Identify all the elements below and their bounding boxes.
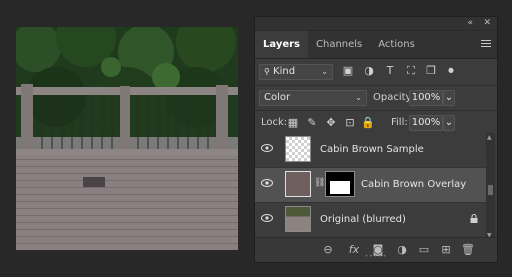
blend-mode-value: Color	[264, 92, 291, 103]
lock-all-icon[interactable]: 🔒	[361, 117, 375, 129]
document-canvas[interactable]	[16, 27, 238, 250]
panel-menu-icon[interactable]	[481, 40, 491, 49]
fill-input[interactable]: 100%	[409, 115, 443, 131]
deck-photo	[16, 27, 238, 250]
layer-name: Cabin Brown Overlay	[361, 179, 467, 190]
layer-mask-thumbnail[interactable]	[325, 171, 355, 197]
trash-icon[interactable]: 🗑	[461, 243, 475, 257]
layers-list: Cabin Brown Sample ⛓ Cabin Brown Overlay…	[255, 133, 486, 240]
visibility-eye-icon[interactable]	[261, 179, 273, 187]
filter-row: ⚲ Kind ⌄ ▣ ◑ T ⛶ ❐ ⏺	[255, 59, 497, 85]
adjustment-icon[interactable]: ◑	[395, 243, 409, 257]
fx-icon[interactable]: fx	[347, 243, 361, 257]
tab-layers[interactable]: Layers	[255, 31, 308, 58]
tab-channels[interactable]: Channels	[308, 31, 370, 58]
search-icon: ⚲	[264, 67, 270, 76]
link-icon[interactable]: ⊖	[321, 243, 335, 257]
pixel-filter-icon[interactable]: ▣	[342, 65, 354, 77]
lock-pixels-icon[interactable]: ✎	[306, 117, 318, 129]
lock-label: Lock:	[261, 117, 288, 128]
layer-row[interactable]: Original (blurred)	[255, 203, 486, 238]
chevron-down-icon: ⌄	[321, 67, 328, 76]
filter-kind-select[interactable]: ⚲ Kind ⌄	[259, 64, 333, 80]
lock-artboard-icon[interactable]: ⊡	[344, 117, 356, 129]
fill-dropdown[interactable]: ⌄	[443, 115, 455, 131]
double-chevron-icon[interactable]: «	[467, 17, 473, 30]
filter-toggle-icon[interactable]: ⏺	[445, 65, 457, 77]
layer-row[interactable]: ⛓ Cabin Brown Overlay	[255, 168, 486, 203]
layer-name: Original (blurred)	[320, 214, 406, 225]
lock-icon	[470, 214, 478, 223]
layer-row[interactable]: Cabin Brown Sample	[255, 133, 486, 168]
visibility-eye-icon[interactable]	[261, 144, 273, 152]
new-layer-icon[interactable]: ⊞	[439, 243, 453, 257]
adjustment-filter-icon[interactable]: ◑	[363, 65, 375, 77]
lock-transparency-icon[interactable]: ▦	[287, 117, 299, 129]
shape-filter-icon[interactable]: ⛶	[405, 65, 417, 77]
tab-actions[interactable]: Actions	[370, 31, 423, 58]
opacity-label: Opacity:	[373, 92, 415, 103]
panel-bottom-bar: ⊖ fx ◙ ◑ ▭ ⊞ 🗑 •••••	[255, 237, 497, 262]
lock-position-icon[interactable]: ✥	[325, 117, 337, 129]
layers-panel: « ✕ Layers Channels Actions ⚲ Kind ⌄ ▣ ◑…	[254, 16, 498, 263]
panel-title-bar: « ✕	[255, 17, 497, 31]
layer-thumbnail	[285, 206, 311, 232]
opacity-dropdown[interactable]: ⌄	[443, 90, 455, 106]
color-fill-thumbnail	[285, 171, 311, 197]
fill-label: Fill:	[391, 117, 408, 128]
opacity-input[interactable]: 100%	[409, 90, 443, 106]
folder-icon[interactable]: ▭	[417, 243, 431, 257]
smart-object-filter-icon[interactable]: ❐	[425, 65, 437, 77]
chevron-down-icon: ⌄	[355, 93, 362, 102]
blend-mode-select[interactable]: Color ⌄	[259, 90, 367, 106]
filter-kind-label: Kind	[273, 66, 296, 77]
resize-grip[interactable]: •••••	[365, 253, 388, 260]
chain-link-icon[interactable]: ⛓	[314, 178, 325, 188]
layer-name: Cabin Brown Sample	[320, 144, 424, 155]
layer-thumbnail	[285, 136, 311, 162]
panel-tabs: Layers Channels Actions	[255, 31, 497, 59]
lock-row: Lock: ▦ ✎ ✥ ⊡ 🔒 Fill: 100% ⌄	[255, 111, 497, 135]
type-filter-icon[interactable]: T	[384, 65, 396, 77]
visibility-eye-icon[interactable]	[261, 214, 273, 222]
close-icon[interactable]: ✕	[483, 17, 491, 30]
layers-scrollbar[interactable]: ▲ ▼	[486, 133, 495, 240]
blend-row: Color ⌄ Opacity: 100% ⌄	[255, 86, 497, 110]
